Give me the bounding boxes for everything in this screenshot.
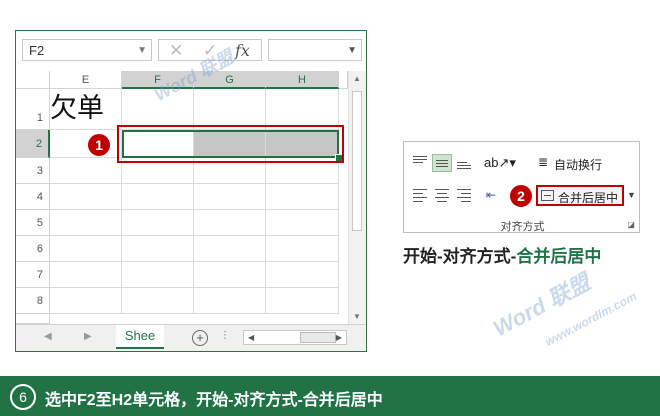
scroll-thumb[interactable] [352,91,362,231]
column-header-e[interactable]: E [50,71,122,89]
row-header-7[interactable]: 7 [16,262,50,288]
orientation-icon[interactable]: ab↗▾ [484,155,516,171]
cell[interactable] [266,288,339,314]
cell[interactable] [122,262,194,288]
align-top-icon[interactable] [410,154,430,172]
cell[interactable] [194,236,266,262]
step-text: 选中F2至H2单元格，开始-对齐方式-合并后居中 [45,392,383,409]
scroll-right-icon[interactable]: ▶ [336,331,342,344]
vertical-scrollbar[interactable]: ▲ ▼ [348,71,366,324]
align-right-icon[interactable] [454,186,474,204]
cell[interactable] [122,184,194,210]
worksheet-grid: E F G H 1 2 3 4 5 6 7 8 欠单 [16,71,348,324]
scroll-left-icon[interactable]: ◀ [248,331,254,344]
merge-cells-icon [541,190,554,201]
merge-center-label: 合并后居中 [558,191,619,205]
wrap-text-button[interactable]: 自动换行 [554,156,602,173]
group-label: 对齐方式 [500,221,545,233]
cell[interactable] [194,262,266,288]
merge-center-button[interactable]: 合并后居中 [536,185,624,206]
row-header-1[interactable]: 1 [16,89,50,130]
more-icon[interactable]: ⋮ [220,330,230,341]
horizontal-scrollbar[interactable]: ◀ ▶ [243,330,347,345]
row-header-partial [16,314,50,324]
add-sheet-icon[interactable]: + [192,330,208,346]
step-bar: 6 选中F2至H2单元格，开始-对齐方式-合并后居中 [0,376,660,416]
cell-e2[interactable] [50,130,122,158]
cell[interactable] [194,184,266,210]
cell[interactable] [50,262,122,288]
cell-e1-text: 欠单 [50,93,104,123]
scroll-down-icon[interactable]: ▼ [353,312,361,321]
highlight-box-cells [117,125,344,163]
decrease-indent-icon[interactable]: ⇤ [486,188,496,202]
cell[interactable] [122,288,194,314]
row-header-5[interactable]: 5 [16,210,50,236]
insert-function-icon[interactable]: fx [235,41,250,61]
cell[interactable] [266,184,339,210]
cell[interactable] [50,184,122,210]
chevron-down-icon[interactable]: ▼ [137,40,147,62]
align-center-icon[interactable] [432,186,452,204]
cell[interactable] [122,236,194,262]
merge-dropdown-icon[interactable]: ▼ [627,190,636,200]
wrap-text-icon[interactable]: ≣ [538,155,548,169]
cell[interactable] [50,236,122,262]
cell[interactable] [194,210,266,236]
row-header-2[interactable]: 2 [16,130,50,158]
prev-sheet-icon[interactable]: ◀ [44,331,52,342]
caption-highlight: 合并后居中 [516,247,602,266]
formula-input[interactable]: ▼ [268,39,362,61]
cell[interactable] [50,288,122,314]
row-header-3[interactable]: 3 [16,158,50,184]
cell[interactable] [50,158,122,184]
cell[interactable] [266,236,339,262]
chevron-down-icon[interactable]: ▼ [347,45,357,56]
instruction-caption: 开始-对齐方式-合并后居中 [403,242,601,267]
cancel-icon[interactable]: ✕ [169,41,183,61]
next-sheet-icon[interactable]: ▶ [84,331,92,342]
align-bottom-icon[interactable] [454,154,474,172]
column-header-h[interactable]: H [266,71,339,89]
cell[interactable] [194,288,266,314]
cell-h1[interactable] [266,89,339,130]
scroll-up-icon[interactable]: ▲ [353,74,361,83]
sheet-tab[interactable]: Shee [116,325,164,349]
cell[interactable] [266,262,339,288]
select-all-corner[interactable] [16,71,50,89]
step-number: 6 [10,384,36,410]
caption-prefix: 开始-对齐方式- [403,247,517,266]
align-middle-icon[interactable] [432,154,452,172]
hscroll-thumb[interactable] [300,332,336,343]
row-header-6[interactable]: 6 [16,236,50,262]
column-header-partial [339,71,348,89]
row-header-4[interactable]: 4 [16,184,50,210]
step-badge-1: 1 [87,133,111,157]
cell[interactable] [122,210,194,236]
align-left-icon[interactable] [410,186,430,204]
cell[interactable] [50,210,122,236]
name-box[interactable]: F2 ▼ [22,39,152,61]
sheet-tab-bar: ◀ ▶ Shee + ⋮ ◀ ▶ [16,324,366,351]
dialog-launcher-icon[interactable]: ◪ [627,220,635,229]
step-badge-2: 2 [509,184,533,208]
cell-g1[interactable] [194,89,266,130]
cell[interactable] [266,210,339,236]
name-box-value: F2 [29,43,45,58]
row-header-8[interactable]: 8 [16,288,50,314]
